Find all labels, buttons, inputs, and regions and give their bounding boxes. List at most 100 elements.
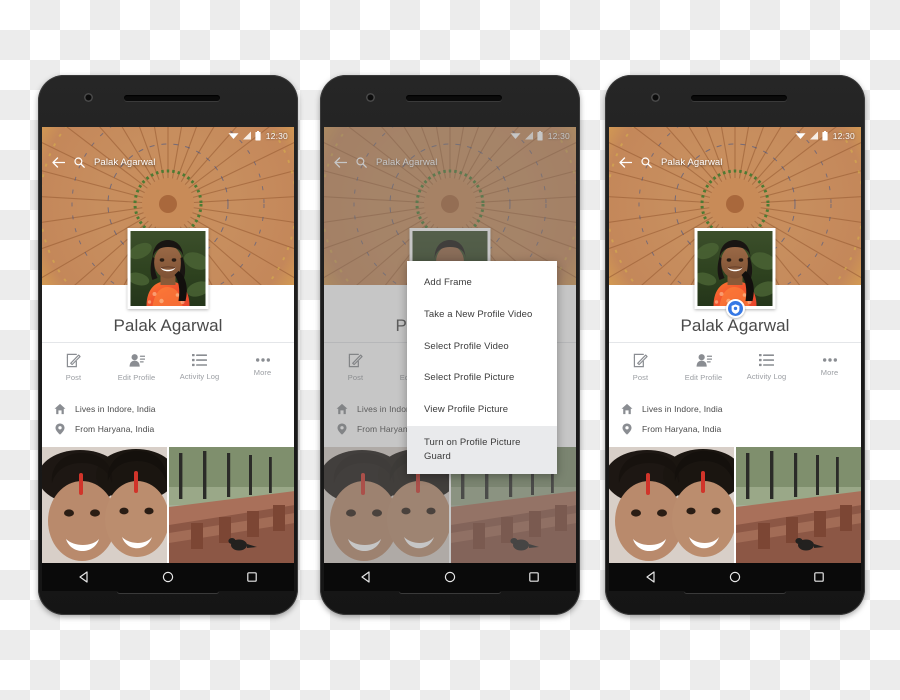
action-more[interactable]: More bbox=[798, 343, 861, 391]
photos-strip bbox=[609, 447, 861, 563]
menu-item-select-profile-video[interactable]: Select Profile Video bbox=[407, 331, 557, 363]
more-icon bbox=[255, 358, 270, 362]
edit-profile-icon bbox=[696, 353, 712, 367]
phone-top-bezel bbox=[605, 75, 865, 127]
action-edit-profile[interactable]: Edit Profile bbox=[672, 343, 735, 391]
back-arrow-icon[interactable] bbox=[52, 156, 65, 168]
action-more[interactable]: More bbox=[231, 343, 294, 391]
action-more-label: More bbox=[820, 368, 839, 377]
status-bar: 12:30 bbox=[42, 127, 294, 144]
phone-top-bezel bbox=[38, 75, 298, 127]
home-circle-icon[interactable] bbox=[162, 571, 174, 583]
menu-item-take-new-profile-video[interactable]: Take a New Profile Video bbox=[407, 299, 557, 331]
search-icon[interactable] bbox=[74, 156, 85, 168]
action-edit-profile-label: Edit Profile bbox=[117, 372, 156, 382]
android-navigation-bar bbox=[42, 563, 294, 591]
home-icon bbox=[54, 403, 66, 415]
search-bar-label: Palak Agarwal bbox=[94, 156, 156, 168]
action-edit-profile-label: Edit Profile bbox=[684, 372, 723, 382]
photo-thumbnail-1[interactable] bbox=[609, 447, 734, 563]
compose-icon bbox=[633, 353, 648, 367]
status-time: 12:30 bbox=[832, 130, 855, 141]
back-triangle-icon[interactable] bbox=[360, 571, 372, 583]
action-post[interactable]: Post bbox=[609, 343, 672, 391]
phone-device-2: 12:30 Palak Agarwal Palak Agarwal bbox=[320, 75, 580, 615]
search-icon[interactable] bbox=[641, 156, 652, 168]
battery-icon bbox=[255, 130, 261, 140]
action-activity-log-label: Activity Log bbox=[746, 372, 787, 381]
signal-icon bbox=[242, 131, 251, 140]
action-activity-log[interactable]: Activity Log bbox=[735, 343, 798, 391]
action-more-label: More bbox=[253, 368, 272, 377]
menu-item-add-frame[interactable]: Add Frame bbox=[407, 267, 557, 299]
phone-mockup-stage: 12:30 Palak Agarwal Palak Agarwal Post E… bbox=[0, 0, 900, 700]
info-row-lives-in[interactable]: Lives in Indore, India bbox=[609, 399, 861, 419]
menu-item-turn-on-profile-picture-guard[interactable]: Turn on Profile Picture Guard bbox=[407, 425, 557, 475]
action-post-label: Post bbox=[632, 372, 649, 382]
info-lives-in-text: Lives in Indore, India bbox=[642, 404, 723, 414]
back-triangle-icon[interactable] bbox=[78, 571, 90, 583]
profile-picture-context-menu: Add Frame Take a New Profile Video Selec… bbox=[407, 261, 557, 475]
home-icon bbox=[621, 403, 633, 415]
front-camera-icon bbox=[84, 93, 93, 102]
phone-top-bezel bbox=[320, 75, 580, 127]
action-post[interactable]: Post bbox=[42, 343, 105, 391]
phone-device-3: 12:30 Palak Agarwal Palak Agarwal Post E… bbox=[605, 75, 865, 615]
recents-square-icon[interactable] bbox=[813, 571, 825, 583]
action-post-label: Post bbox=[65, 372, 82, 382]
location-pin-icon bbox=[55, 423, 65, 435]
compose-icon bbox=[66, 353, 81, 367]
phone-screen-1: 12:30 Palak Agarwal Palak Agarwal Post E… bbox=[42, 127, 294, 563]
android-navigation-bar bbox=[324, 563, 576, 591]
profile-picture[interactable] bbox=[127, 228, 209, 309]
front-camera-icon bbox=[366, 93, 375, 102]
earpiece-speaker bbox=[406, 95, 502, 101]
profile-info-list: Lives in Indore, India From Haryana, Ind… bbox=[42, 391, 294, 446]
photo-thumbnail-2[interactable] bbox=[736, 447, 861, 563]
recents-square-icon[interactable] bbox=[246, 571, 258, 583]
photo-thumbnail-2[interactable] bbox=[169, 447, 294, 563]
profile-search-bar[interactable]: Palak Agarwal bbox=[42, 151, 294, 173]
info-from-text: From Haryana, India bbox=[75, 424, 155, 434]
more-icon bbox=[822, 358, 837, 362]
phone-screen-2: 12:30 Palak Agarwal Palak Agarwal bbox=[324, 127, 576, 563]
info-from-text: From Haryana, India bbox=[642, 424, 722, 434]
back-arrow-icon[interactable] bbox=[619, 156, 632, 168]
home-circle-icon[interactable] bbox=[444, 571, 456, 583]
photos-strip bbox=[42, 447, 294, 563]
location-pin-icon bbox=[622, 423, 632, 435]
earpiece-speaker bbox=[124, 95, 220, 101]
profile-name: Palak Agarwal bbox=[680, 316, 790, 335]
action-activity-log-label: Activity Log bbox=[179, 372, 220, 381]
battery-icon bbox=[822, 130, 828, 140]
profile-picture[interactable] bbox=[694, 228, 776, 309]
front-camera-icon bbox=[651, 93, 660, 102]
menu-item-view-profile-picture[interactable]: View Profile Picture bbox=[407, 394, 557, 426]
activity-log-icon bbox=[759, 354, 774, 367]
profile-picture-wrapper[interactable] bbox=[694, 228, 776, 318]
recents-square-icon[interactable] bbox=[528, 571, 540, 583]
search-bar-label: Palak Agarwal bbox=[661, 156, 723, 168]
wifi-icon bbox=[795, 133, 806, 139]
signal-icon bbox=[809, 131, 818, 140]
back-triangle-icon[interactable] bbox=[645, 571, 657, 583]
action-edit-profile[interactable]: Edit Profile bbox=[105, 343, 168, 391]
action-activity-log[interactable]: Activity Log bbox=[168, 343, 231, 391]
profile-search-bar[interactable]: Palak Agarwal bbox=[609, 151, 861, 173]
status-time: 12:30 bbox=[265, 130, 288, 141]
info-row-from[interactable]: From Haryana, India bbox=[609, 419, 861, 439]
profile-picture-guard-badge[interactable] bbox=[725, 299, 745, 318]
profile-action-bar: Post Edit Profile bbox=[42, 342, 294, 392]
profile-picture-wrapper[interactable] bbox=[127, 228, 209, 309]
info-row-lives-in[interactable]: Lives in Indore, India bbox=[42, 399, 294, 419]
photo-thumbnail-1[interactable] bbox=[42, 447, 167, 563]
phone-device-1: 12:30 Palak Agarwal Palak Agarwal Post E… bbox=[38, 75, 298, 615]
earpiece-speaker bbox=[691, 95, 787, 101]
info-row-from[interactable]: From Haryana, India bbox=[42, 419, 294, 439]
info-lives-in-text: Lives in Indore, India bbox=[75, 404, 156, 414]
menu-item-select-profile-picture[interactable]: Select Profile Picture bbox=[407, 362, 557, 394]
wifi-icon bbox=[228, 133, 239, 139]
home-circle-icon[interactable] bbox=[729, 571, 741, 583]
profile-name: Palak Agarwal bbox=[113, 316, 223, 335]
edit-profile-icon bbox=[129, 353, 145, 367]
